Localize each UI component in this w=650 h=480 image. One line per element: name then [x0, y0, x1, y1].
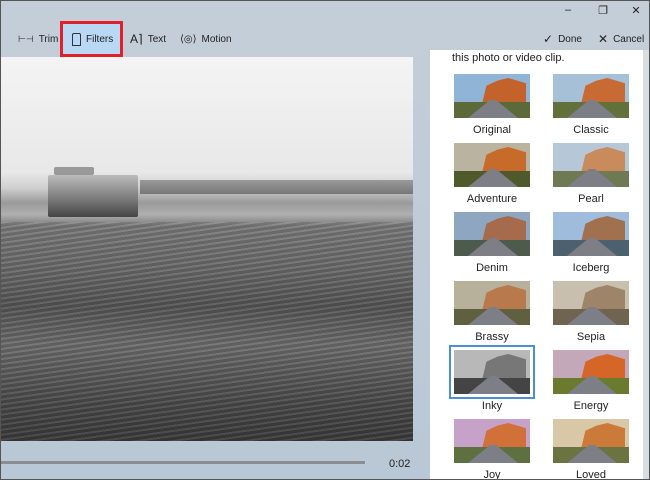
filter-label: Inky [481, 400, 503, 412]
trim-icon: ⊢⊣ [18, 33, 34, 44]
panel-scrollbar[interactable] [643, 50, 650, 480]
filter-energy[interactable]: Energy [551, 349, 631, 412]
filters-label: Filters [86, 33, 114, 45]
filter-thumbnail [552, 73, 630, 119]
filter-thumbnail [552, 280, 630, 326]
filters-icon [72, 32, 81, 46]
filter-thumbnail [552, 142, 630, 188]
filter-label: Adventure [466, 193, 518, 205]
playback-time: 0:02 [389, 458, 411, 470]
done-label: Done [558, 33, 582, 45]
filter-label: Denim [476, 262, 508, 274]
filters-button[interactable]: Filters [72, 29, 113, 49]
tree-line [140, 180, 413, 194]
filter-thumbnail [453, 418, 531, 464]
field-texture [0, 222, 413, 441]
filter-loved[interactable]: Loved [551, 418, 631, 480]
filter-label: Pearl [578, 193, 604, 205]
video-preview [0, 57, 413, 441]
motion-icon: ⟨◎⟩ [180, 33, 197, 45]
filter-denim[interactable]: Denim [452, 211, 532, 274]
filter-classic[interactable]: Classic [551, 73, 631, 136]
done-button[interactable]: ✓ Done [543, 29, 582, 49]
filter-thumbnail [552, 418, 630, 464]
filter-pearl[interactable]: Pearl [551, 142, 631, 205]
filter-label: Energy [573, 400, 609, 412]
filter-thumbnail [453, 211, 531, 257]
cancel-button[interactable]: ✕ Cancel [598, 29, 644, 49]
maximize-button[interactable]: ❐ [591, 4, 615, 20]
filter-label: Loved [576, 469, 606, 480]
text-label: Text [147, 33, 167, 45]
filter-label: Iceberg [572, 262, 610, 274]
filter-sepia[interactable]: Sepia [551, 280, 631, 343]
filter-iceberg[interactable]: Iceberg [551, 211, 631, 274]
filter-thumbnail [552, 349, 630, 395]
filter-adventure[interactable]: Adventure [452, 142, 532, 205]
filter-joy[interactable]: Joy [452, 418, 532, 480]
text-icon: A⌉ [130, 32, 143, 46]
filters-description: this photo or video clip. [452, 52, 565, 64]
filter-label: Brassy [475, 331, 509, 343]
filter-inky[interactable]: Inky [449, 345, 535, 412]
filters-panel: this photo or video clip. Original Class… [430, 50, 643, 480]
filter-thumbnail [453, 280, 531, 326]
close-button[interactable]: ✕ [624, 4, 648, 20]
motion-button[interactable]: ⟨◎⟩ Motion [180, 29, 232, 49]
text-button[interactable]: A⌉ Text [130, 29, 166, 49]
filter-label: Joy [483, 469, 501, 480]
filter-original[interactable]: Original [452, 73, 532, 136]
trim-button[interactable]: ⊢⊣ Trim [18, 29, 58, 49]
filter-thumbnail [449, 345, 535, 399]
checkmark-icon: ✓ [543, 32, 554, 46]
filter-label: Original [473, 124, 511, 136]
filter-label: Classic [573, 124, 609, 136]
harvester [48, 167, 138, 217]
seek-bar[interactable] [0, 461, 365, 464]
trim-label: Trim [38, 33, 59, 45]
filter-thumbnail [453, 142, 531, 188]
motion-label: Motion [201, 33, 232, 45]
filter-label: Sepia [576, 331, 606, 343]
cancel-label: Cancel [613, 33, 645, 45]
minimize-button[interactable]: – [556, 4, 580, 20]
filter-thumbnail [552, 211, 630, 257]
filter-brassy[interactable]: Brassy [452, 280, 532, 343]
cancel-icon: ✕ [598, 32, 609, 46]
filter-thumbnail [453, 73, 531, 119]
